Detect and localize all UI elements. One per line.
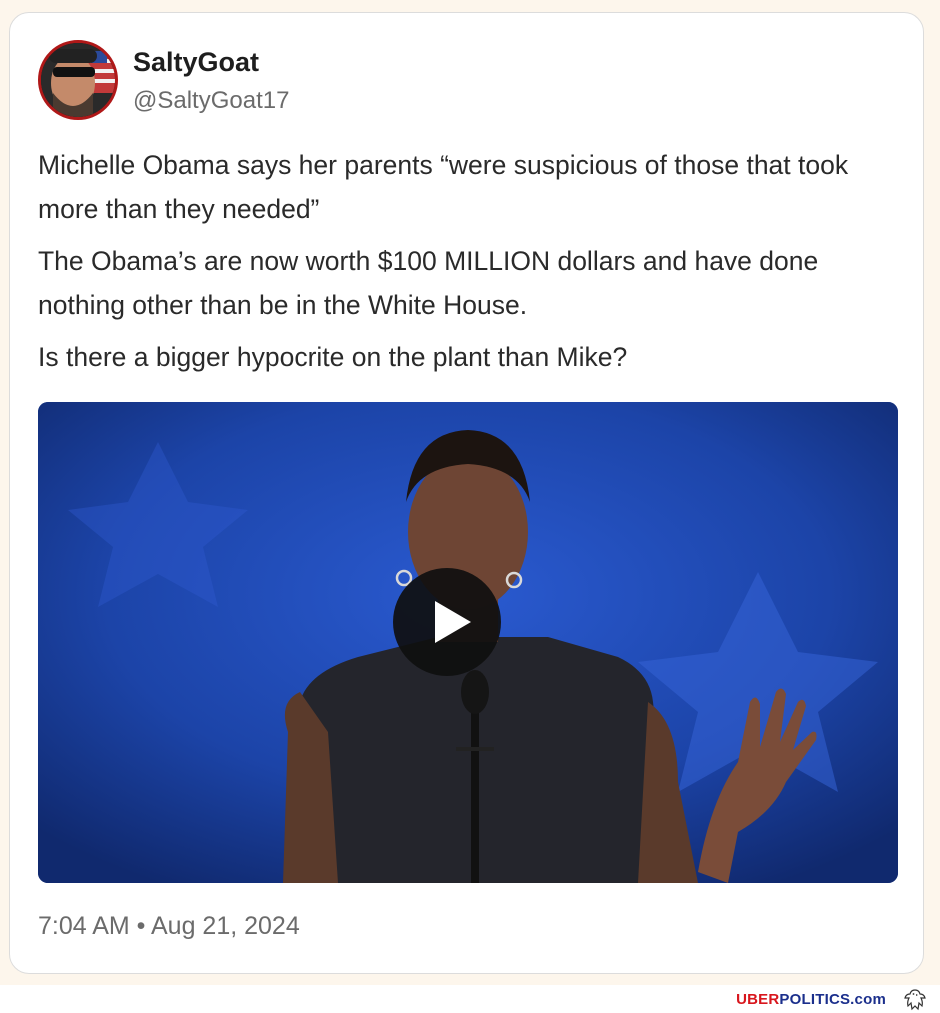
post-paragraph: The Obama’s are now worth $100 MILLION d…	[38, 246, 819, 320]
brand-logo-red: UBER	[736, 991, 780, 1008]
eagle-icon	[902, 987, 928, 1011]
display-name[interactable]: SaltyGoat	[133, 47, 259, 78]
page: SaltyGoat @SaltyGoat17 Michelle Obama sa…	[0, 0, 940, 1013]
post-card: SaltyGoat @SaltyGoat17 Michelle Obama sa…	[9, 12, 924, 974]
brand-logo-blue: POLITICS.com	[779, 991, 886, 1008]
post-text: Michelle Obama says her parents “were su…	[38, 143, 898, 387]
play-button[interactable]	[393, 568, 501, 676]
user-handle[interactable]: @SaltyGoat17	[133, 87, 289, 115]
avatar[interactable]	[38, 40, 118, 120]
brand-logo[interactable]: UBERPOLITICS.com	[736, 991, 886, 1008]
post-paragraph: Michelle Obama says her parents “were su…	[38, 150, 849, 224]
watermark-footer: UBERPOLITICS.com	[0, 985, 940, 1013]
play-icon	[435, 601, 471, 643]
video-player[interactable]	[38, 402, 898, 883]
post-timestamp[interactable]: 7:04 AM • Aug 21, 2024	[38, 912, 300, 941]
post-paragraph: Is there a bigger hypocrite on the plant…	[38, 342, 628, 372]
